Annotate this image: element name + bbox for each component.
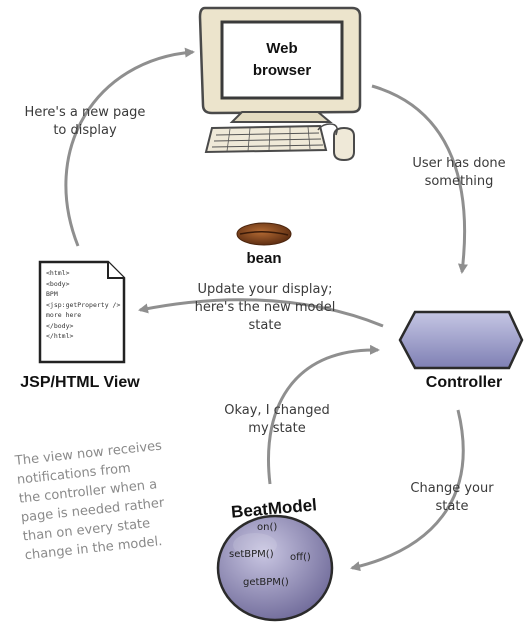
- method-getbpm: getBPM(): [243, 577, 289, 588]
- controller-shape: [398, 310, 524, 370]
- edge-label-line: my state: [248, 421, 306, 436]
- computer-icon: [198, 6, 362, 162]
- edge-label-line: to display: [53, 123, 117, 138]
- edge-label-line: state: [248, 318, 282, 333]
- view-code: <html> <body> BPM <jsp:getProperty /> mo…: [46, 268, 120, 342]
- edge-label-change-state: Change your state: [400, 480, 504, 516]
- method-setbpm: setBPM(): [229, 549, 274, 560]
- edge-label-new-page: Here's a new page to display: [20, 104, 150, 140]
- bean-label: bean: [246, 250, 282, 267]
- code-line: <jsp:getProperty />: [46, 300, 121, 309]
- edge-label-changed-state: Okay, I changed my state: [216, 402, 338, 438]
- view-title: JSP/HTML View: [20, 374, 140, 391]
- code-line: </html>: [46, 332, 74, 340]
- bean-icon: [236, 222, 292, 246]
- code-line: <body>: [46, 279, 70, 288]
- code-line: BPM: [46, 290, 58, 298]
- edge-label-line: User has done: [412, 156, 506, 171]
- browser-label: Web browser: [222, 38, 342, 82]
- edge-label-line: Update your display;: [197, 282, 333, 297]
- edge-label-line: state: [435, 499, 469, 514]
- edge-label-line: Okay, I changed: [224, 403, 330, 418]
- browser-label-line2: browser: [252, 62, 312, 79]
- edge-label-user-done: User has done something: [404, 155, 514, 191]
- edge-label-update-display: Update your display; here's the new mode…: [180, 281, 350, 335]
- controller-title: Controller: [425, 374, 503, 391]
- edge-label-line: Change your: [410, 481, 494, 496]
- side-note: The view now receives notifications from…: [14, 437, 173, 566]
- edge-label-line: something: [424, 174, 494, 189]
- method-off: off(): [290, 552, 311, 563]
- code-line: </body>: [46, 321, 74, 330]
- arrow-view-to-browser: [64, 47, 195, 247]
- code-line: <html>: [46, 269, 70, 277]
- browser-label-line1: Web: [266, 40, 298, 57]
- edge-label-line: Here's a new page: [24, 105, 146, 120]
- keyboard-icon: [204, 124, 328, 154]
- code-line: more here: [46, 311, 82, 319]
- edge-label-line: here's the new model: [194, 300, 336, 315]
- method-on: on(): [257, 522, 278, 533]
